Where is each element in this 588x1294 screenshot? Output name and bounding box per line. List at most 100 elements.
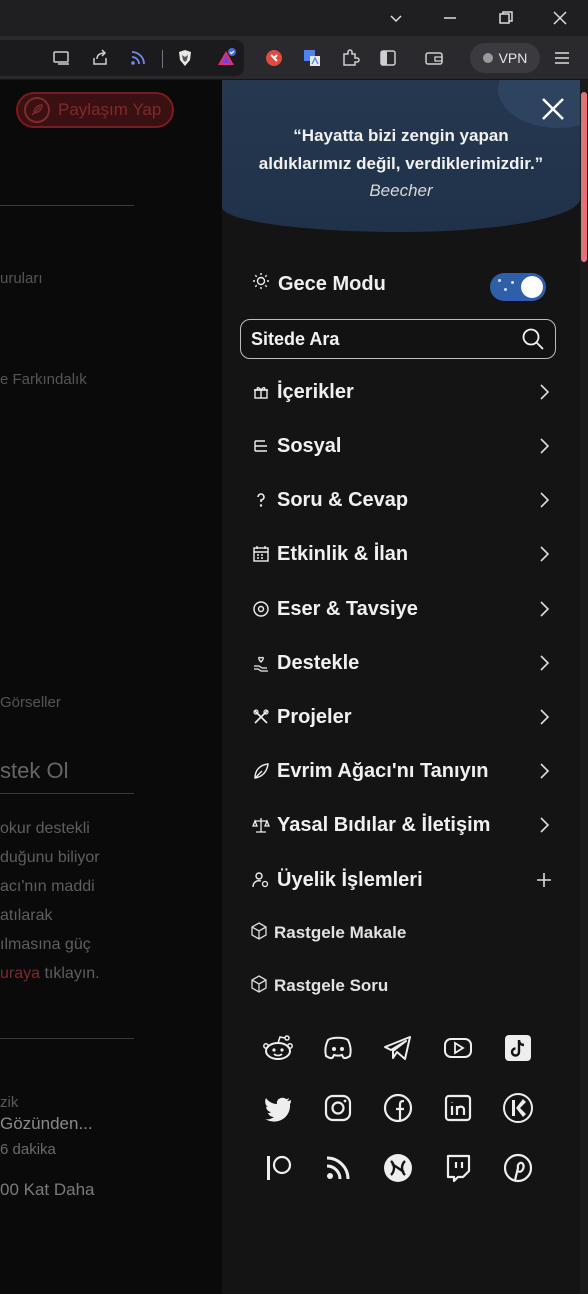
menu-item-label: İçerikler [277,380,354,403]
search-input[interactable] [251,327,511,351]
discord-icon[interactable] [320,1030,356,1066]
panel-scrollbar-thumb[interactable] [581,92,587,262]
bg-paragraph-line: acı'nın maddi [0,878,95,895]
bg-paragraph: okur destekli duğunu biliyor acı'nın mad… [0,814,100,988]
menu-item-label: Eser & Tavsiye [277,597,418,620]
menu-item-uyelik[interactable]: Üyelik İşlemleri [250,860,560,900]
divider [0,793,134,794]
share-post-button[interactable]: Paylaşım Yap [16,92,174,128]
window-titlebar [0,0,588,36]
reddit-icon[interactable] [260,1030,296,1066]
puzzle-icon[interactable] [338,46,362,70]
instagram-icon[interactable] [320,1090,356,1126]
bg-fragment: uruları [0,270,43,287]
pinterest-icon[interactable] [500,1150,536,1186]
plus-icon [534,870,554,890]
menu-item-projeler[interactable]: Projeler [250,697,560,737]
toggle-star [498,279,501,282]
bg-link[interactable]: uraya [0,965,40,982]
bg-paragraph-line: okur destekli [0,820,90,837]
chevron-right-icon [534,544,554,564]
bg-link-tail: tıklayın. [40,965,100,982]
toggle-star [511,281,514,284]
close-panel-icon[interactable] [538,94,568,124]
search-icon[interactable] [521,327,545,351]
bg-fragment: e Farkındalık [0,371,87,388]
night-mode-label: Gece Modu [278,272,386,295]
browser-toolbar: VPN [0,36,588,80]
rss-icon[interactable] [320,1150,356,1186]
toolbar-separator [162,50,163,68]
cast-icon[interactable] [50,46,74,70]
facebook-icon[interactable] [380,1090,416,1126]
brave-rewards-icon[interactable] [214,46,238,70]
restore-icon[interactable] [478,0,534,36]
twitter-icon[interactable] [260,1090,296,1126]
close-icon[interactable] [532,0,588,36]
twitch-icon[interactable] [440,1150,476,1186]
wallet-icon[interactable] [422,46,446,70]
quote-text: “Hayatta bizi zengin yapan aldıklarımız … [222,122,580,178]
telegram-icon[interactable] [380,1030,416,1066]
patreon-icon[interactable] [260,1150,296,1186]
brave-shield-icon[interactable] [173,46,197,70]
menu-icon[interactable] [550,46,574,70]
chevron-right-icon [534,815,554,835]
quote-line: aldıklarımız değil, verdiklerimizdir.” [258,154,544,173]
bg-fragment: Görseller [0,694,61,711]
vpn-button[interactable]: VPN [470,43,540,73]
youtube-icon[interactable] [440,1030,476,1066]
menu-item-label: Yasal Bıdılar & İletişim [277,813,491,836]
menu-item-label: Soru & Cevap [277,488,409,511]
user-gear-icon [250,869,272,891]
extension-red-icon[interactable] [262,46,286,70]
menu-item-destekle[interactable]: Destekle [250,643,560,683]
tools-icon [250,706,272,728]
menu-item-sosyal[interactable]: Sosyal [250,426,560,466]
sidebar-icon[interactable] [376,46,400,70]
menu-item-label: Evrim Ağacı'nı Tanıyın [277,759,489,782]
translate-icon[interactable] [300,46,324,70]
menu-item-evrim-agaci[interactable]: Evrim Ağacı'nı Tanıyın [250,751,560,791]
opencollective-icon[interactable] [380,1150,416,1186]
sun-icon [252,272,270,296]
chevron-right-icon [534,599,554,619]
gift-icon [250,381,272,403]
bg-article-title[interactable]: Gözünden... [0,1114,93,1134]
chevron-right-icon [534,653,554,673]
layers-icon [250,435,272,457]
menu-item-etkinlik-ilan[interactable]: Etkinlik & İlan [250,534,560,574]
site-search [240,319,556,359]
random-question-label: Rastgele Soru [274,976,389,995]
divider [0,205,134,206]
menu-item-label: Destekle [277,651,360,674]
bg-article-title[interactable]: 00 Kat Daha [0,1180,95,1200]
cube-icon [250,921,268,945]
share-icon[interactable] [88,46,112,70]
minimize-icon[interactable] [422,0,478,36]
background-page: Paylaşım Yap uruları e Farkındalık Görse… [0,80,222,1294]
tiktok-icon[interactable] [500,1030,536,1066]
rss-icon[interactable] [126,46,150,70]
night-mode-row: Gece Modu [252,272,386,296]
panel-scrollbar[interactable] [580,80,588,1294]
question-icon [250,489,272,511]
menu-item-label: Sosyal [277,434,342,457]
random-article-link[interactable]: Rastgele Makale [250,918,406,948]
bg-paragraph-line: uraya tıklayın. [0,959,100,988]
menu-item-label: Üyelik İşlemleri [277,868,423,891]
random-question-link[interactable]: Rastgele Soru [250,971,388,1001]
chevron-right-icon [534,761,554,781]
menu-item-soru-cevap[interactable]: Soru & Cevap [250,480,560,520]
night-mode-toggle[interactable] [490,273,546,301]
menu-item-yasal-iletisim[interactable]: Yasal Bıdılar & İletişim [250,805,560,845]
bg-paragraph-line: ılmasına güç [0,936,91,953]
linkedin-icon[interactable] [440,1090,476,1126]
menu-item-eser-tavsiye[interactable]: Eser & Tavsiye [250,589,560,629]
address-bar[interactable] [0,40,244,76]
menu-item-icerikler[interactable]: İçerikler [250,372,560,412]
chevron-right-icon [534,490,554,510]
chevron-down-icon[interactable] [368,0,424,36]
toggle-knob [521,276,543,298]
kick-icon[interactable] [500,1090,536,1126]
